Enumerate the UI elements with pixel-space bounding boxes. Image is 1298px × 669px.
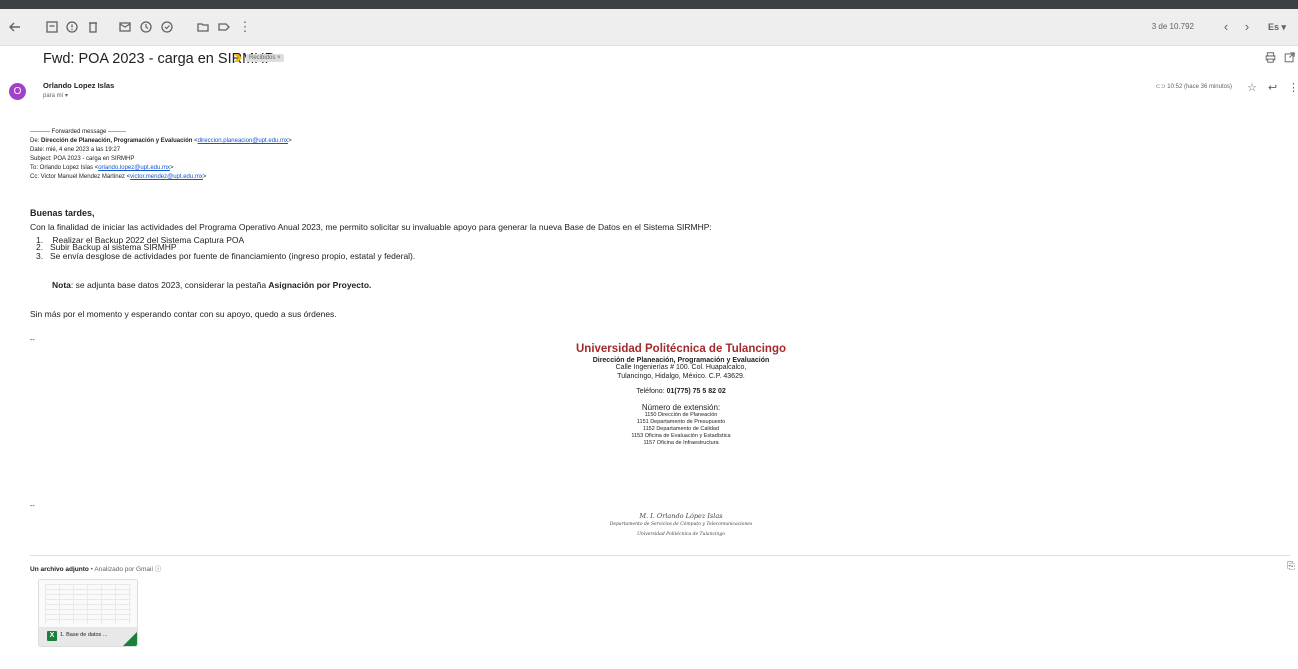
phone-number: 01(775) 75 5 82 02 (666, 388, 726, 395)
forward-subject: Subject: POA 2023 - carga en SIRMHP (30, 156, 135, 162)
address-line-1: Calle Ingenierías # 100. Col. Huapalcalc… (615, 364, 747, 371)
forward-to: To: Orlando Lopez Islas <orlando.lopez@u… (30, 165, 174, 171)
importance-marker-icon[interactable] (233, 53, 243, 63)
to-email-link[interactable]: orlando.lopez@upt.edu.mx (98, 165, 170, 171)
top-bar (0, 0, 1298, 9)
delete-icon[interactable] (84, 18, 102, 36)
report-spam-icon[interactable] (63, 18, 81, 36)
cc-email-link[interactable]: victor.mendez@upt.edu.mx (130, 174, 203, 180)
attachments-title: Un archivo adjunto (30, 566, 89, 573)
signer-university: Universidad Politécnica de Tulancingo (637, 532, 725, 537)
forward-line: ---------- Forwarded message --------- (30, 129, 126, 135)
extension-item: 1150 Dirección de Planeación (644, 412, 718, 418)
forwarded-header: ---------- Forwarded message --------- D… (30, 128, 292, 182)
institution-signature: Universidad Politécnica de Tulancingo Di… (520, 343, 842, 447)
from-name: Dirección de Planeación, Programación y … (41, 138, 193, 144)
department-name: Dirección de Planeación, Programación y … (592, 357, 770, 364)
label-icon[interactable] (215, 18, 233, 36)
input-language-button[interactable]: Es ▾ (1262, 18, 1292, 36)
signature-separator: -- (30, 337, 35, 344)
label-chip-inbox[interactable]: Recibidos × (246, 54, 284, 62)
attachment-preview (45, 584, 131, 624)
closing-paragraph: Sin más por el momento y esperando conta… (30, 309, 337, 319)
note-label: Nota (52, 280, 71, 290)
corner-fold-icon (123, 632, 137, 646)
mark-unread-icon[interactable] (116, 18, 134, 36)
intro-paragraph: Con la finalidad de iniciar las activida… (30, 222, 712, 232)
extension-item: 1157 Oficina de Infraestructura (643, 440, 719, 446)
cc-prefix: Cc: Victor Manuel Mendez Martinez < (30, 174, 131, 180)
message-timestamp: 10:52 (hace 36 minutos) (1167, 84, 1232, 90)
message-time: ⊂⊃ 10:52 (hace 36 minutos) (1156, 83, 1232, 90)
message-body: Buenas tardes, Con la finalidad de inici… (30, 208, 712, 232)
university-name: Universidad Politécnica de Tulancingo (575, 343, 787, 355)
recipient-details[interactable]: para mí ▾ (43, 92, 68, 99)
scanned-by-gmail: • Analizado por Gmail ⓘ (88, 566, 162, 573)
input-language-label: Es (1267, 22, 1279, 32)
from-email-link[interactable]: direccion.planeacion@upt.edu.mx (198, 138, 288, 144)
forward-cc: Cc: Victor Manuel Mendez Martinez <victo… (30, 174, 207, 180)
sender-name[interactable]: Orlando Lopez Islas (43, 81, 114, 90)
attachments-divider (30, 555, 1290, 556)
note-paragraph: Nota: se adjunta base datos 2023, consid… (52, 280, 371, 290)
extension-item: 1152 Departamento de Calidad (642, 426, 720, 432)
excel-icon: X (47, 631, 57, 641)
toolbar: ⋮ 3 de 10.792 ‹ › Es ▾ (0, 9, 1298, 46)
greeting: Buenas tardes, (30, 208, 95, 218)
subject-row: Fwd: POA 2023 - carga en SIRMHP Recibido… (43, 50, 284, 70)
phone-line: Teléfono: 01(775) 75 5 82 02 (520, 388, 842, 395)
attachment-filename: 1. Base de datos ... (60, 632, 108, 638)
back-arrow-icon[interactable] (6, 18, 24, 36)
extension-item: 1151 Departamento de Presupuesto (636, 419, 726, 425)
print-icon[interactable] (1265, 52, 1276, 66)
add-task-icon[interactable] (158, 18, 176, 36)
attachment-card[interactable]: X 1. Base de datos ... (38, 579, 138, 647)
attachment-clip-icon: ⊂⊃ (1155, 84, 1168, 90)
archive-icon[interactable] (43, 18, 61, 36)
note-text: : se adjunta base datos 2023, considerar… (70, 280, 269, 290)
from-prefix: De: (30, 138, 42, 144)
personal-signature: M. I. Orlando López Islas Departamento d… (520, 512, 842, 540)
open-new-window-icon[interactable] (1284, 52, 1295, 66)
reply-icon[interactable]: ↩ (1268, 81, 1277, 94)
star-icon[interactable]: ☆ (1247, 81, 1257, 94)
move-to-icon[interactable] (194, 18, 212, 36)
prev-email-icon[interactable]: ‹ (1217, 18, 1235, 36)
sender-avatar[interactable]: O (9, 83, 26, 100)
task-list: 1. Realizar el Backup 2022 del Sistema C… (36, 236, 415, 261)
signer-department: Departamento de Servicios de Cómputo y T… (609, 522, 753, 527)
list-item-text: Se envía desglose de actividades por fue… (50, 251, 416, 261)
next-email-icon[interactable]: › (1238, 18, 1256, 36)
signer-name: M. I. Orlando López Islas (639, 512, 723, 520)
pagination-count: 3 de 10.792 (1151, 22, 1194, 31)
message-more-icon[interactable]: ⋮ (1288, 81, 1298, 94)
note-emphasis: Asignación por Proyecto. (268, 280, 372, 290)
extension-title: Número de extensión: (641, 403, 721, 412)
list-item-number: 3. (36, 251, 44, 261)
forward-from: De: Dirección de Planeación, Programació… (30, 138, 292, 144)
extension-item: 1153 Oficina de Evaluación y Estadística (631, 433, 731, 439)
list-item: 3. Se envía desglose de actividades por f… (36, 252, 415, 261)
phone-label: Teléfono: (636, 388, 667, 395)
snooze-icon[interactable] (137, 18, 155, 36)
more-options-icon[interactable]: ⋮ (236, 18, 254, 36)
address-line-2: Tulancingo, Hidalgo, México. C.P. 43629. (617, 372, 745, 380)
signature-separator-2: -- (30, 503, 35, 510)
to-prefix: To: Orlando Lopez Islas < (30, 165, 99, 171)
add-to-drive-icon[interactable]: ⎘ (1287, 561, 1295, 572)
attachments-header: Un archivo adjunto • Analizado por Gmail… (30, 563, 161, 573)
forward-date: Date: mié, 4 ene 2023 a las 19:27 (30, 147, 121, 153)
